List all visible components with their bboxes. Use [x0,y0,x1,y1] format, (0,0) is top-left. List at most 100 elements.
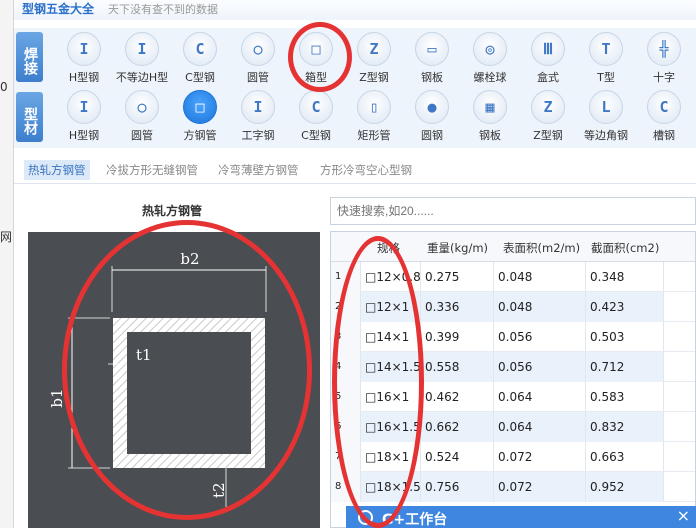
category-item[interactable]: ○ 圆管 [112,90,172,146]
app-subtitle: 天下没有查不到的数据 [108,3,218,16]
category-item[interactable]: ▦ 钢板 [460,90,520,146]
t-section-icon: T [589,32,623,66]
category-item[interactable]: ◎ 螺栓球 [460,32,520,88]
round-tube-icon: ○ [241,32,275,66]
table-cell: □12×1 [361,292,421,322]
category-item[interactable]: I 不等边H型 [112,32,172,88]
col-header-area[interactable]: 截面积(cm2) [591,240,659,256]
table-cell: □12×0.8 [361,262,421,292]
table-cell: 8 [331,472,361,502]
subtab-bar: 热轧方钢管 冷拔方形无缝钢管 冷弯薄壁方钢管 方形冷弯空心型钢 [14,156,696,184]
category-item[interactable]: C C型钢 [170,32,230,88]
table-cell: 0.056 [494,322,586,352]
table-row[interactable]: 1 □12×0.8 0.275 0.048 0.348 [331,262,695,292]
category-item-label: 钢板 [479,129,501,142]
category-item[interactable]: □ 方钢管 [170,90,230,146]
close-icon[interactable]: × [677,506,690,525]
subtab-cold-bent-hollow[interactable]: 方形冷弯空心型钢 [316,160,416,180]
category-item[interactable]: □ 箱型 [286,32,346,88]
table-row[interactable]: 6 □16×1.5 0.662 0.064 0.832 [331,412,695,442]
angle-icon: L [589,90,623,124]
category-label-profile: 型材 [16,92,43,142]
background-window-edge: 0 网 [0,0,14,528]
table-row[interactable]: 4 □14×1.5 0.558 0.056 0.712 [331,352,695,382]
title-bar: 型钢五金大全 天下没有查不到的数据 [14,0,696,20]
category-item[interactable]: C C型钢 [286,90,346,146]
table-cell: 0.756 [421,472,494,502]
category-item[interactable]: ○ 圆管 [228,32,288,88]
category-panel: 焊接 型材 I H型钢 I 不等边H型 C C型钢 ○ 圆管 □ 箱型 Z Z型钢 ▭ 钢板 ◎ 螺栓球 Ⅲ 盒式… [14,28,696,148]
category-item[interactable]: ╬ 十字 [634,32,694,88]
category-item-label: 矩形管 [357,129,391,142]
category-item[interactable]: Z Z型钢 [518,90,578,146]
b1-label: b1 [48,388,66,407]
background-text: 网 [0,230,13,244]
category-item-label: Z型钢 [533,129,563,142]
category-item-label: 工字钢 [241,129,275,142]
square-tube-section-svg: b2 b1 t1 t2 [48,250,267,507]
category-item[interactable]: Z Z型钢 [344,32,404,88]
table-row[interactable]: 5 □16×1 0.462 0.064 0.583 [331,382,695,412]
table-cell: 0.583 [586,382,664,412]
category-item[interactable]: Ⅲ 盒式 [518,32,578,88]
category-item[interactable]: ● 圆钢 [402,90,462,146]
plate-icon: ▦ [473,90,507,124]
category-item[interactable]: ▯ 矩形管 [344,90,404,146]
square-tube-icon: □ [183,90,217,124]
table-row[interactable]: 3 □14×1 0.399 0.056 0.503 [331,322,695,352]
table-cell: 0.662 [421,412,494,442]
table-cell: 0.423 [586,292,664,322]
table-cell: 0.056 [494,352,586,382]
table-cell: 0.558 [421,352,494,382]
table-cell: 0.663 [586,442,664,472]
table-cell: 2 [331,292,361,322]
search-input[interactable] [330,197,696,225]
col-header-spec[interactable]: 规格 [377,240,400,256]
table-cell: □16×1 [361,382,421,412]
category-item-label: 等边角钢 [584,129,628,142]
table-cell: 0.503 [586,322,664,352]
table-cell: 0.336 [421,292,494,322]
cross-section-diagram: b2 b1 t1 t2 [28,232,320,528]
welded-items-row: I H型钢 I 不等边H型 C C型钢 ○ 圆管 □ 箱型 Z Z型钢 ▭ 钢板 ◎ 螺栓球 Ⅲ 盒式 T T型 ╬ 十字 [54,32,696,92]
round-bar-icon: ● [415,90,449,124]
category-item-label: T型 [597,71,615,84]
table-cell: 0.072 [494,442,586,472]
category-item[interactable]: I 工字钢 [228,90,288,146]
steel-handbook-app: 型钢五金大全 天下没有查不到的数据 焊接 型材 I H型钢 I 不等边H型 C C型钢 ○ 圆… [14,0,696,528]
col-header-surface[interactable]: 表面积(m2/m) [503,240,580,256]
c-channel-icon: C [183,32,217,66]
category-item-label: C型钢 [185,71,215,84]
category-item-label: 方钢管 [183,129,217,142]
workbench-title: G+工作台 [382,512,448,528]
table-cell: □14×1.5 [361,352,421,382]
col-header-weight[interactable]: 重量(kg/m) [427,240,488,256]
subtab-cold-bent-thin[interactable]: 冷弯薄壁方钢管 [214,160,303,180]
category-item-label: 圆钢 [421,129,443,142]
category-item[interactable]: C 槽钢 [634,90,694,146]
profile-items-row: I H型钢 ○ 圆管 □ 方钢管 I 工字钢 C C型钢 ▯ 矩形管 ● 圆钢 ▦ 钢板 Z Z型钢 L 等边角钢 C 槽… [54,90,696,150]
table-cell: 5 [331,382,361,412]
subtab-hot-rolled[interactable]: 热轧方钢管 [24,160,90,180]
table-cell: 3 [331,322,361,352]
category-item-label: H型钢 [68,71,100,84]
category-item[interactable]: I H型钢 [54,32,114,88]
category-item[interactable]: L 等边角钢 [576,90,636,146]
table-cell: 0.462 [421,382,494,412]
table-row[interactable]: 7 □18×1 0.524 0.072 0.663 [331,442,695,472]
category-item[interactable]: ▭ 钢板 [402,32,462,88]
table-header: 规格 重量(kg/m) 表面积(m2/m) 截面积(cm2) [331,232,695,262]
category-item-label: 箱型 [305,71,327,84]
c-channel-icon: C [299,90,333,124]
category-item[interactable]: I H型钢 [54,90,114,146]
table-cell: 4 [331,352,361,382]
table-cell: 0.275 [421,262,494,292]
subtab-cold-drawn[interactable]: 冷拔方形无缝钢管 [102,160,202,180]
table-cell: 6 [331,412,361,442]
category-item-label: Z型钢 [359,71,389,84]
category-item-label: 螺栓球 [473,71,507,84]
category-item[interactable]: T T型 [576,32,636,88]
workbench-icon [358,510,373,525]
table-row[interactable]: 8 □18×1.5 0.756 0.072 0.952 [331,472,695,502]
table-row[interactable]: 2 □12×1 0.336 0.048 0.423 [331,292,695,322]
